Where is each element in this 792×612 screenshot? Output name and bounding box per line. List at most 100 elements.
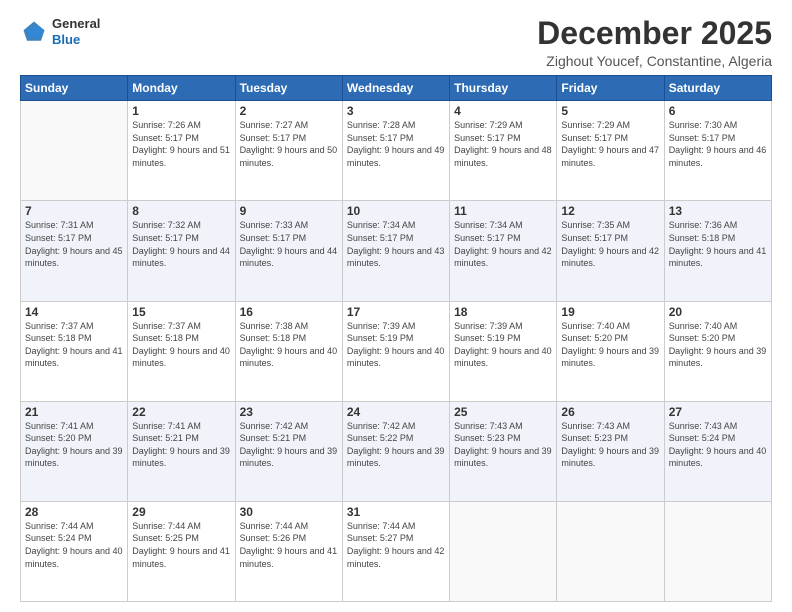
table-row: 6Sunrise: 7:30 AMSunset: 5:17 PMDaylight…: [664, 101, 771, 201]
table-row: 23Sunrise: 7:42 AMSunset: 5:21 PMDayligh…: [235, 401, 342, 501]
day-info: Sunrise: 7:33 AMSunset: 5:17 PMDaylight:…: [240, 219, 338, 269]
day-number: 17: [347, 305, 445, 319]
calendar-table: Sunday Monday Tuesday Wednesday Thursday…: [20, 75, 772, 602]
table-row: 16Sunrise: 7:38 AMSunset: 5:18 PMDayligh…: [235, 301, 342, 401]
table-row: 31Sunrise: 7:44 AMSunset: 5:27 PMDayligh…: [342, 501, 449, 601]
calendar-week-row: 1Sunrise: 7:26 AMSunset: 5:17 PMDaylight…: [21, 101, 772, 201]
day-info: Sunrise: 7:42 AMSunset: 5:21 PMDaylight:…: [240, 420, 338, 470]
table-row: 22Sunrise: 7:41 AMSunset: 5:21 PMDayligh…: [128, 401, 235, 501]
day-number: 15: [132, 305, 230, 319]
day-number: 19: [561, 305, 659, 319]
day-number: 23: [240, 405, 338, 419]
table-row: 21Sunrise: 7:41 AMSunset: 5:20 PMDayligh…: [21, 401, 128, 501]
day-number: 7: [25, 204, 123, 218]
table-row: 26Sunrise: 7:43 AMSunset: 5:23 PMDayligh…: [557, 401, 664, 501]
day-number: 25: [454, 405, 552, 419]
table-row: 1Sunrise: 7:26 AMSunset: 5:17 PMDaylight…: [128, 101, 235, 201]
col-tuesday: Tuesday: [235, 76, 342, 101]
calendar-header-row: Sunday Monday Tuesday Wednesday Thursday…: [21, 76, 772, 101]
day-info: Sunrise: 7:43 AMSunset: 5:23 PMDaylight:…: [454, 420, 552, 470]
day-number: 24: [347, 405, 445, 419]
day-number: 29: [132, 505, 230, 519]
title-block: December 2025 Zighout Youcef, Constantin…: [537, 16, 772, 69]
day-info: Sunrise: 7:35 AMSunset: 5:17 PMDaylight:…: [561, 219, 659, 269]
col-thursday: Thursday: [450, 76, 557, 101]
day-info: Sunrise: 7:41 AMSunset: 5:21 PMDaylight:…: [132, 420, 230, 470]
day-number: 14: [25, 305, 123, 319]
day-number: 26: [561, 405, 659, 419]
table-row: 10Sunrise: 7:34 AMSunset: 5:17 PMDayligh…: [342, 201, 449, 301]
day-info: Sunrise: 7:44 AMSunset: 5:24 PMDaylight:…: [25, 520, 123, 570]
day-number: 31: [347, 505, 445, 519]
day-number: 16: [240, 305, 338, 319]
day-number: 5: [561, 104, 659, 118]
table-row: [21, 101, 128, 201]
day-info: Sunrise: 7:30 AMSunset: 5:17 PMDaylight:…: [669, 119, 767, 169]
table-row: 12Sunrise: 7:35 AMSunset: 5:17 PMDayligh…: [557, 201, 664, 301]
table-row: 13Sunrise: 7:36 AMSunset: 5:18 PMDayligh…: [664, 201, 771, 301]
table-row: 20Sunrise: 7:40 AMSunset: 5:20 PMDayligh…: [664, 301, 771, 401]
day-info: Sunrise: 7:39 AMSunset: 5:19 PMDaylight:…: [347, 320, 445, 370]
day-info: Sunrise: 7:37 AMSunset: 5:18 PMDaylight:…: [25, 320, 123, 370]
table-row: 24Sunrise: 7:42 AMSunset: 5:22 PMDayligh…: [342, 401, 449, 501]
day-info: Sunrise: 7:40 AMSunset: 5:20 PMDaylight:…: [561, 320, 659, 370]
day-info: Sunrise: 7:26 AMSunset: 5:17 PMDaylight:…: [132, 119, 230, 169]
table-row: [664, 501, 771, 601]
day-number: 18: [454, 305, 552, 319]
day-number: 4: [454, 104, 552, 118]
day-number: 9: [240, 204, 338, 218]
table-row: 18Sunrise: 7:39 AMSunset: 5:19 PMDayligh…: [450, 301, 557, 401]
day-info: Sunrise: 7:38 AMSunset: 5:18 PMDaylight:…: [240, 320, 338, 370]
table-row: 28Sunrise: 7:44 AMSunset: 5:24 PMDayligh…: [21, 501, 128, 601]
day-number: 2: [240, 104, 338, 118]
day-info: Sunrise: 7:41 AMSunset: 5:20 PMDaylight:…: [25, 420, 123, 470]
col-wednesday: Wednesday: [342, 76, 449, 101]
logo-icon: [20, 18, 48, 46]
day-info: Sunrise: 7:32 AMSunset: 5:17 PMDaylight:…: [132, 219, 230, 269]
table-row: [450, 501, 557, 601]
calendar-week-row: 14Sunrise: 7:37 AMSunset: 5:18 PMDayligh…: [21, 301, 772, 401]
day-number: 1: [132, 104, 230, 118]
table-row: 17Sunrise: 7:39 AMSunset: 5:19 PMDayligh…: [342, 301, 449, 401]
day-number: 28: [25, 505, 123, 519]
day-info: Sunrise: 7:36 AMSunset: 5:18 PMDaylight:…: [669, 219, 767, 269]
header: General Blue December 2025 Zighout Youce…: [20, 16, 772, 69]
table-row: 8Sunrise: 7:32 AMSunset: 5:17 PMDaylight…: [128, 201, 235, 301]
day-number: 27: [669, 405, 767, 419]
table-row: 15Sunrise: 7:37 AMSunset: 5:18 PMDayligh…: [128, 301, 235, 401]
day-info: Sunrise: 7:44 AMSunset: 5:27 PMDaylight:…: [347, 520, 445, 570]
subtitle: Zighout Youcef, Constantine, Algeria: [537, 53, 772, 69]
page: General Blue December 2025 Zighout Youce…: [0, 0, 792, 612]
main-title: December 2025: [537, 16, 772, 51]
day-info: Sunrise: 7:27 AMSunset: 5:17 PMDaylight:…: [240, 119, 338, 169]
day-number: 6: [669, 104, 767, 118]
day-info: Sunrise: 7:44 AMSunset: 5:26 PMDaylight:…: [240, 520, 338, 570]
day-info: Sunrise: 7:40 AMSunset: 5:20 PMDaylight:…: [669, 320, 767, 370]
day-info: Sunrise: 7:44 AMSunset: 5:25 PMDaylight:…: [132, 520, 230, 570]
calendar-week-row: 28Sunrise: 7:44 AMSunset: 5:24 PMDayligh…: [21, 501, 772, 601]
day-info: Sunrise: 7:39 AMSunset: 5:19 PMDaylight:…: [454, 320, 552, 370]
table-row: 2Sunrise: 7:27 AMSunset: 5:17 PMDaylight…: [235, 101, 342, 201]
day-number: 30: [240, 505, 338, 519]
table-row: 9Sunrise: 7:33 AMSunset: 5:17 PMDaylight…: [235, 201, 342, 301]
day-info: Sunrise: 7:29 AMSunset: 5:17 PMDaylight:…: [454, 119, 552, 169]
day-number: 21: [25, 405, 123, 419]
col-friday: Friday: [557, 76, 664, 101]
table-row: 30Sunrise: 7:44 AMSunset: 5:26 PMDayligh…: [235, 501, 342, 601]
day-info: Sunrise: 7:42 AMSunset: 5:22 PMDaylight:…: [347, 420, 445, 470]
table-row: 27Sunrise: 7:43 AMSunset: 5:24 PMDayligh…: [664, 401, 771, 501]
day-number: 13: [669, 204, 767, 218]
day-info: Sunrise: 7:34 AMSunset: 5:17 PMDaylight:…: [454, 219, 552, 269]
day-number: 20: [669, 305, 767, 319]
day-number: 10: [347, 204, 445, 218]
calendar-week-row: 7Sunrise: 7:31 AMSunset: 5:17 PMDaylight…: [21, 201, 772, 301]
table-row: 29Sunrise: 7:44 AMSunset: 5:25 PMDayligh…: [128, 501, 235, 601]
col-saturday: Saturday: [664, 76, 771, 101]
day-info: Sunrise: 7:29 AMSunset: 5:17 PMDaylight:…: [561, 119, 659, 169]
table-row: 4Sunrise: 7:29 AMSunset: 5:17 PMDaylight…: [450, 101, 557, 201]
day-number: 12: [561, 204, 659, 218]
table-row: 7Sunrise: 7:31 AMSunset: 5:17 PMDaylight…: [21, 201, 128, 301]
table-row: 5Sunrise: 7:29 AMSunset: 5:17 PMDaylight…: [557, 101, 664, 201]
calendar-week-row: 21Sunrise: 7:41 AMSunset: 5:20 PMDayligh…: [21, 401, 772, 501]
logo: General Blue: [20, 16, 100, 47]
